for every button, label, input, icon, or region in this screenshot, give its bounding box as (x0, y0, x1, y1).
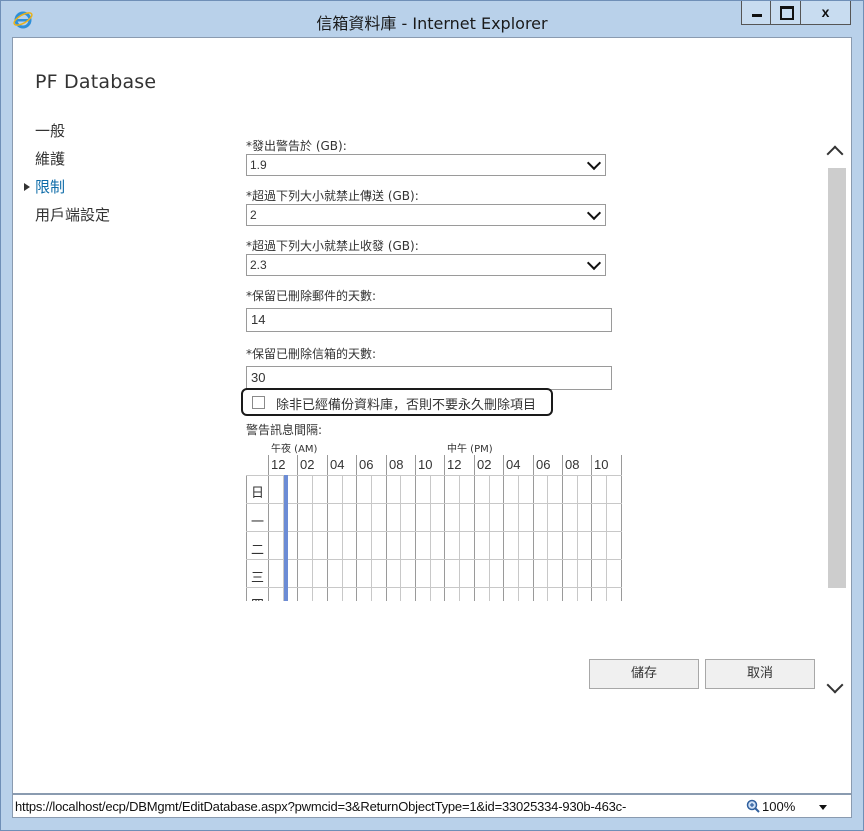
day-label: 三 (251, 571, 265, 586)
permanent-delete-checkbox[interactable] (252, 396, 265, 409)
maximize-button[interactable] (771, 1, 801, 25)
nav-item-client-settings[interactable]: 用戶端設定 (35, 204, 110, 232)
hour-label: 08 (565, 457, 580, 472)
grid-column-line (517, 475, 519, 601)
day-label: 日 (251, 486, 265, 501)
keep-deleted-items-label: *保留已刪除郵件的天數: (246, 289, 377, 303)
prohibit-send-receive-label: *超過下列大小就禁止收發 (GB): (246, 239, 419, 253)
limits-form: *發出警告於 (GB): 1.9 *超過下列大小就禁止傳送 (GB): 2 *超… (246, 138, 626, 390)
grid-column-line (473, 455, 475, 601)
hour-label: 02 (477, 457, 492, 472)
issue-warning-value: 1.9 (250, 158, 267, 172)
cancel-button[interactable]: 取消 (705, 659, 815, 689)
grid-column-line (459, 475, 461, 601)
am-label: 午夜 (AM) (271, 444, 318, 455)
keep-deleted-mailboxes-input[interactable]: 30 (246, 366, 612, 390)
nav-item-limits-label: 限制 (35, 178, 66, 196)
hour-label: 06 (536, 457, 551, 472)
hour-label: 10 (418, 457, 433, 472)
grid-row-line (246, 587, 622, 588)
zoom-dropdown-icon[interactable] (819, 805, 827, 810)
minimize-button[interactable] (741, 1, 771, 25)
hour-label: 12 (271, 457, 286, 472)
grid-column-line (415, 455, 416, 601)
nav-item-general[interactable]: 一般 (35, 120, 110, 148)
chevron-down-icon (586, 255, 602, 271)
grid-row-line (246, 531, 622, 532)
grid-row-line (246, 503, 622, 504)
grid-column-line (268, 455, 269, 601)
hour-header: 12 02 04 06 08 10 12 02 04 06 08 10 (246, 455, 622, 476)
prohibit-send-value: 2 (250, 208, 257, 222)
save-button[interactable]: 儲存 (589, 659, 699, 689)
close-icon: x (821, 4, 830, 20)
zoom-icon[interactable] (746, 799, 760, 813)
scroll-down-icon[interactable] (826, 676, 844, 694)
grid-column-line (326, 455, 328, 601)
grid-column-line (620, 455, 622, 601)
grid-column-line (385, 455, 387, 601)
status-bar: https://localhost/ecp/DBMgmt/EditDatabas… (12, 794, 852, 818)
grid-column-line (297, 455, 299, 601)
prohibit-send-select[interactable]: 2 (246, 204, 606, 226)
page-title: PF Database (35, 71, 157, 93)
grid-column-line (429, 475, 431, 601)
grid-row-line (246, 475, 622, 476)
page-content: PF Database 一般 維護 限制 用戶端設定 *發出警告於 (GB): … (12, 37, 852, 794)
chevron-down-icon (586, 155, 602, 171)
nav-item-maintenance[interactable]: 維護 (35, 148, 110, 176)
browser-window: 信箱資料庫 - Internet Explorer x PF Database … (0, 0, 864, 831)
hour-label: 12 (447, 457, 462, 472)
grid-column-line (532, 455, 534, 601)
grid-row-line (246, 559, 622, 560)
scrollbar-thumb[interactable] (828, 168, 846, 588)
pm-label: 中午 (PM) (447, 444, 493, 455)
prohibit-send-receive-value: 2.3 (250, 258, 267, 272)
grid-column-line (547, 475, 549, 601)
prohibit-send-label: *超過下列大小就禁止傳送 (GB): (246, 189, 419, 203)
day-label: 四 (251, 594, 264, 601)
grid-column-line (576, 475, 578, 601)
permanent-delete-option[interactable]: 除非已經備份資料庫，否則不要永久刪除項目 (241, 388, 553, 416)
status-url: https://localhost/ecp/DBMgmt/EditDatabas… (15, 799, 627, 814)
hour-label: 10 (594, 457, 609, 472)
prohibit-send-receive-select[interactable]: 2.3 (246, 254, 606, 276)
selected-arrow-icon (24, 183, 30, 191)
warning-interval-label: 警告訊息間隔: (246, 423, 323, 437)
grid-column-line (356, 455, 358, 601)
grid-column-line (606, 475, 608, 601)
grid-column-line (400, 475, 402, 601)
chevron-down-icon (586, 205, 602, 221)
day-label: 二 (251, 543, 265, 558)
keep-deleted-items-input[interactable]: 14 (246, 308, 612, 332)
grid-column-line (488, 475, 490, 601)
hour-label: 06 (359, 457, 374, 472)
hour-label: 08 (389, 457, 404, 472)
day-label: 一 (251, 515, 265, 530)
window-title: 信箱資料庫 - Internet Explorer (316, 14, 548, 33)
grid-column-line (341, 475, 343, 601)
warning-schedule-grid[interactable]: 12 02 04 06 08 10 12 02 04 06 08 10 日 一 … (246, 455, 622, 601)
grid-column-line (503, 455, 505, 601)
side-nav: 一般 維護 限制 用戶端設定 (24, 120, 110, 232)
selected-time-column (284, 475, 288, 601)
title-bar: 信箱資料庫 - Internet Explorer x (1, 1, 863, 37)
permanent-delete-label: 除非已經備份資料庫，否則不要永久刪除項目 (276, 398, 537, 413)
issue-warning-label: *發出警告於 (GB): (246, 139, 347, 153)
issue-warning-select[interactable]: 1.9 (246, 154, 606, 176)
scroll-up-icon[interactable] (826, 145, 844, 163)
close-button[interactable]: x (801, 1, 851, 25)
grid-column-line (444, 455, 446, 601)
grid-column-line (370, 475, 372, 601)
grid-column-line (591, 455, 593, 601)
hour-label: 02 (300, 457, 315, 472)
grid-column-line (246, 475, 247, 601)
hour-label: 04 (506, 457, 521, 472)
hour-label: 04 (330, 457, 345, 472)
grid-column-line (312, 475, 314, 601)
grid-column-line (562, 455, 563, 601)
keep-deleted-mailboxes-label: *保留已刪除信箱的天數: (246, 347, 377, 361)
zoom-level[interactable]: 100% (762, 799, 795, 814)
nav-item-limits[interactable]: 限制 (24, 176, 110, 204)
